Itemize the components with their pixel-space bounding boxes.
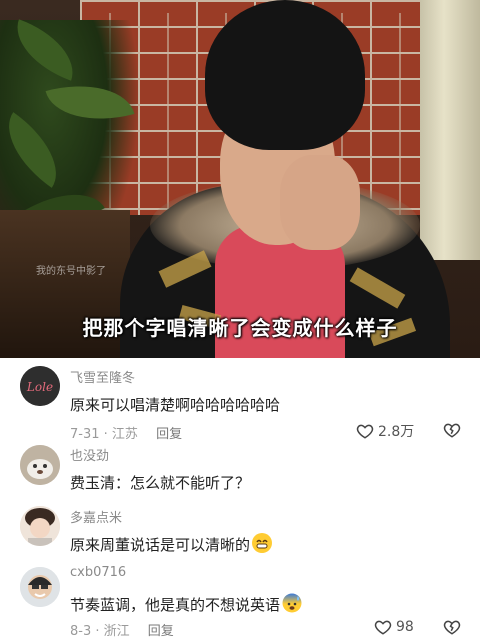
comment-text: 费玉清：怎么就不能听了？ [70,474,251,492]
video-subtitle: 把那个字唱清晰了会变成什么样子 [82,316,398,340]
comment-username[interactable]: 多嘉点米 [70,507,122,526]
comment-username[interactable]: cxb0716 [70,565,126,580]
video-frame[interactable]: 我的东号中影了 把那个字唱清晰了会变成什么样子 [0,0,480,358]
comment-username[interactable]: 也没劲 [70,445,109,464]
like-button[interactable]: 2.8万 [356,421,414,441]
svg-text:Lole: Lole [26,380,53,394]
comment-date: 7-31 [70,427,100,442]
broken-heart-icon[interactable] [443,421,461,439]
grinning-emoji-icon [252,533,273,553]
cold-sweat-emoji-icon [282,593,302,613]
avatar[interactable]: Lole [20,366,60,406]
comment-list: Lole 飞雪至隆冬 原来可以唱清楚啊哈哈哈哈哈哈 7-31 · 江苏 回复 2… [0,358,480,640]
comment-location: 江苏 [111,427,138,442]
like-count: 2.8万 [378,424,415,440]
comment-meta: 7-31 · 江苏 回复 [70,427,183,442]
comment-text: 原来可以唱清楚啊哈哈哈哈哈哈 [70,396,281,414]
comment-meta: 8-3 · 浙江 回复 [70,624,174,639]
video-watermark: 我的东号中影了 [36,266,106,277]
comment-location: 浙江 [103,624,130,639]
comment-username[interactable]: 飞雪至隆冬 [70,367,135,386]
broken-heart-icon[interactable] [443,618,461,636]
avatar[interactable] [20,506,60,546]
avatar[interactable] [20,445,60,485]
comment-date: 8-3 [70,624,92,639]
comment-text: 节奏蓝调，他是真的不想说英语 [70,593,302,615]
comment-text: 原来周董说话是可以清晰的 [70,533,273,555]
heart-icon [356,424,374,439]
reply-button[interactable]: 回复 [148,624,174,639]
like-count: 98 [396,619,414,635]
reply-button[interactable]: 回复 [156,427,182,442]
like-button[interactable]: 98 [374,618,414,636]
avatar[interactable] [20,567,60,607]
heart-icon [374,620,392,635]
